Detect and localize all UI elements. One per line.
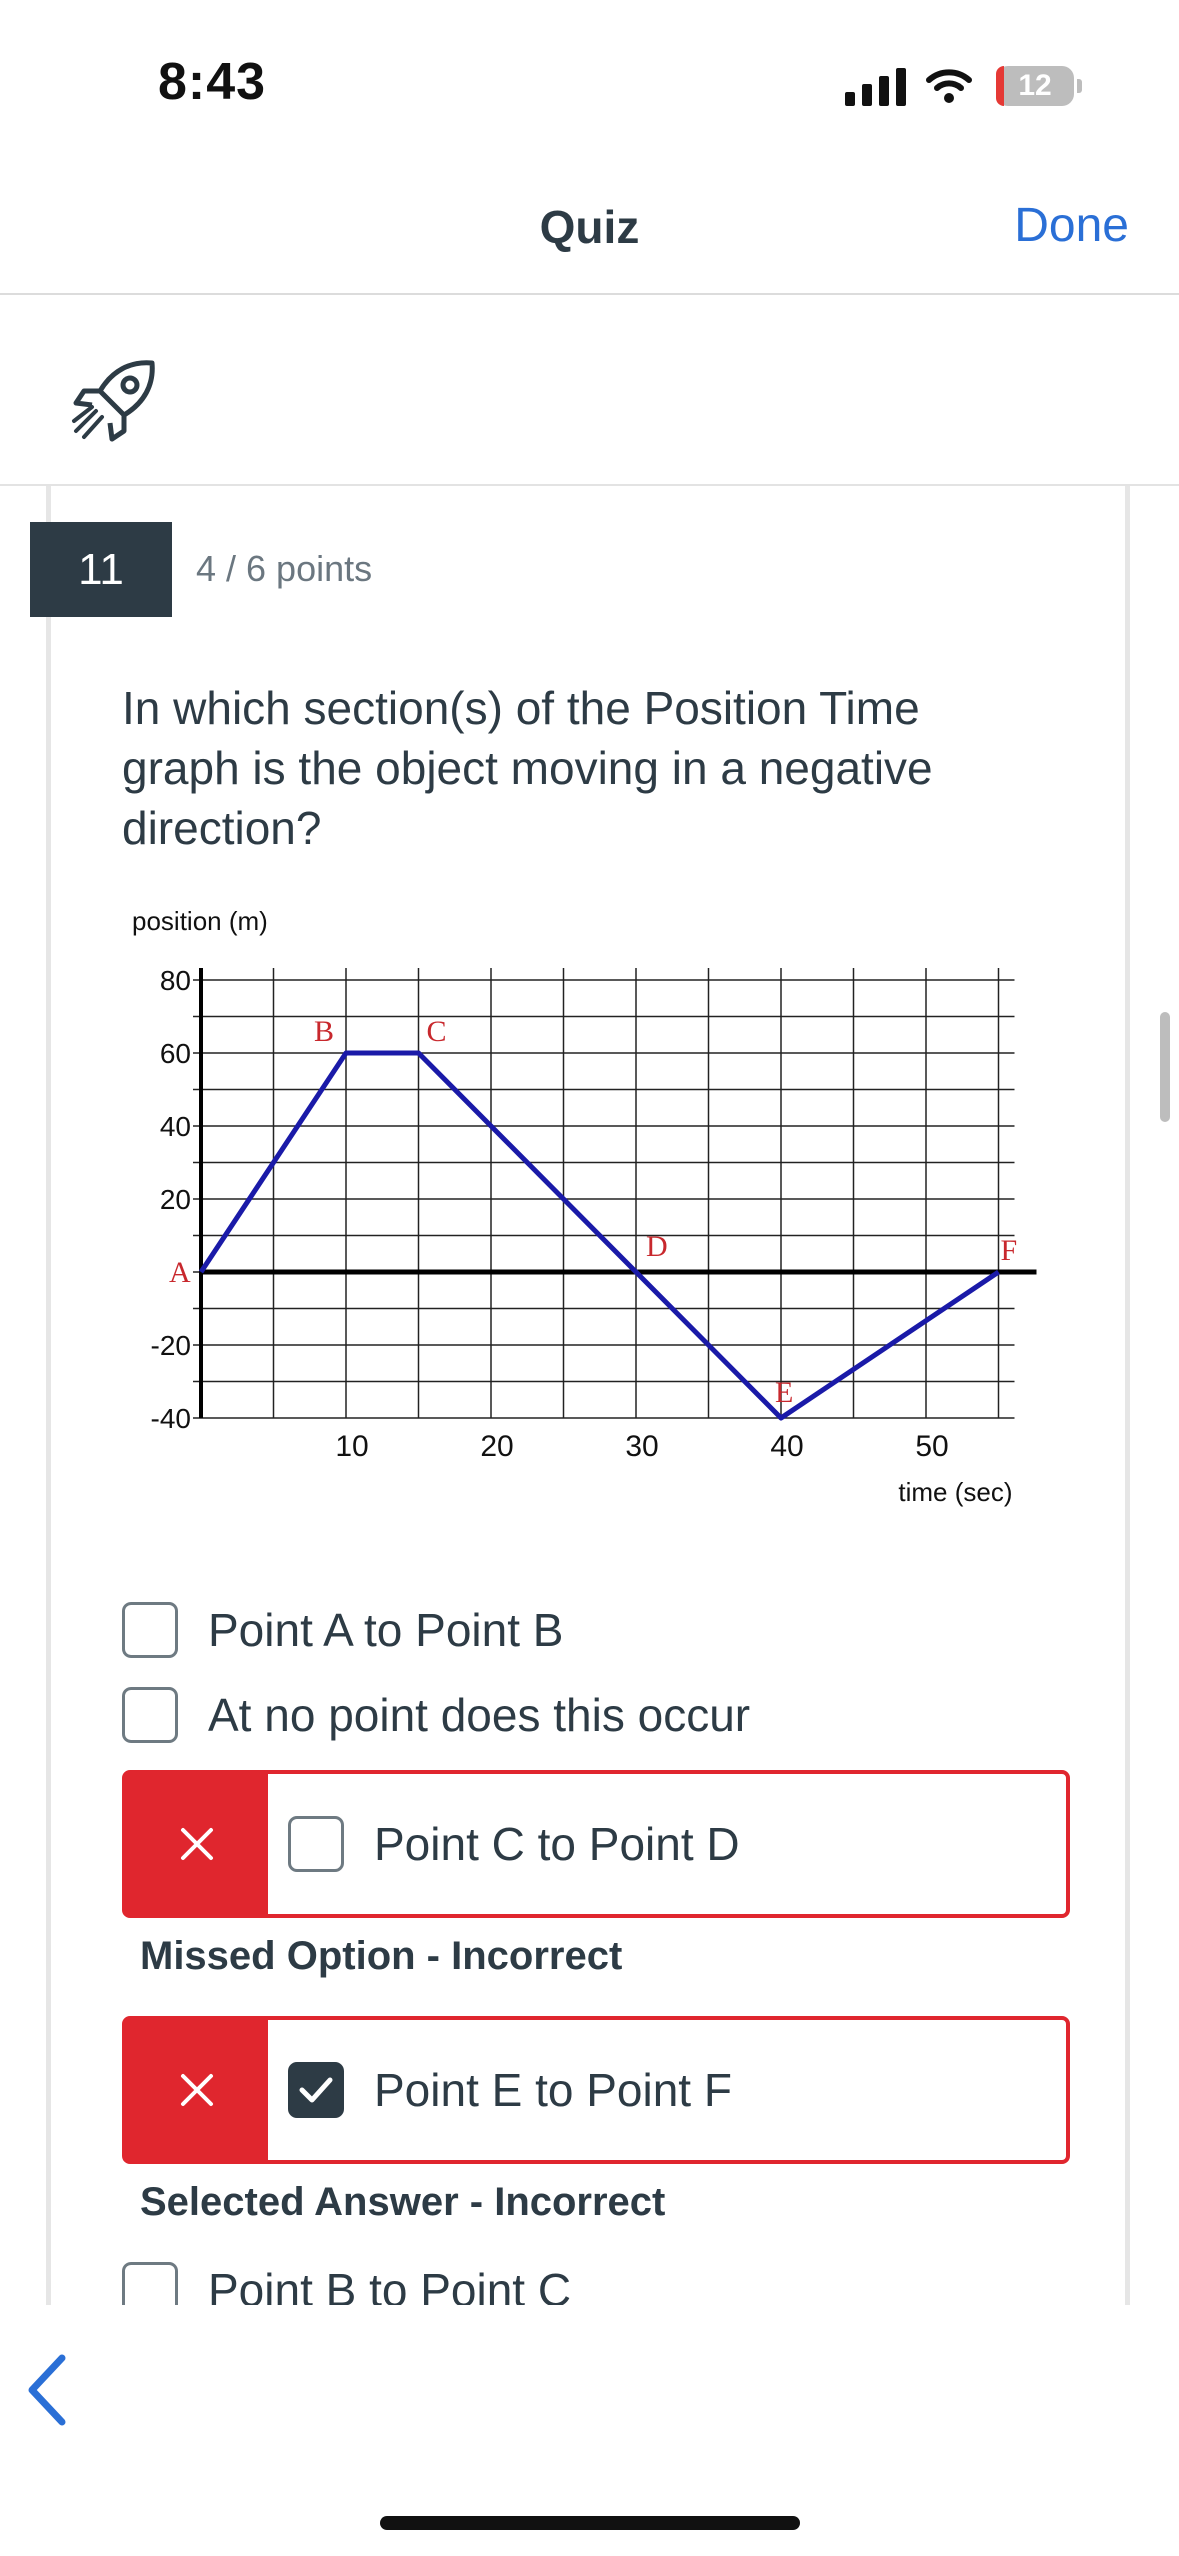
y-tick-label: -40 xyxy=(151,1403,191,1434)
answer-label: Point E to Point F xyxy=(374,2064,732,2116)
answer-feedback: Missed Option - Incorrect xyxy=(140,1934,623,1978)
status-time: 8:43 xyxy=(158,53,267,111)
answer-label: Point C to Point D xyxy=(374,1818,740,1870)
close-icon xyxy=(181,1828,213,1860)
y-tick-label: 20 xyxy=(160,1184,191,1215)
point-label-a: A xyxy=(169,1256,191,1289)
home-indicator xyxy=(380,2516,800,2530)
answer-checkbox[interactable] xyxy=(122,1687,178,1743)
content-border-left xyxy=(46,486,51,2306)
battery-low-indicator xyxy=(996,66,1004,106)
battery-icon: 12 xyxy=(996,66,1074,106)
x-tick-label: 40 xyxy=(770,1430,803,1463)
done-button[interactable]: Done xyxy=(1014,198,1129,253)
close-icon xyxy=(181,2074,213,2106)
answer-checkbox-checked[interactable] xyxy=(288,2062,344,2118)
answer-checkbox[interactable] xyxy=(122,1602,178,1658)
question-text: In which section(s) of the Position Time… xyxy=(122,682,933,854)
x-tick-label: 30 xyxy=(625,1430,658,1463)
point-label-b: B xyxy=(314,1015,334,1048)
point-label-e: E xyxy=(775,1376,793,1409)
question-points: 4 / 6 points xyxy=(196,548,373,589)
checkmark-icon xyxy=(299,2077,333,2103)
y-tick-label: 40 xyxy=(160,1111,191,1142)
answer-option-a-b[interactable]: Point A to Point B xyxy=(122,1602,563,1658)
back-chevron-icon[interactable] xyxy=(22,2350,72,2430)
y-axis-label: position (m) xyxy=(132,906,268,936)
signal-icon xyxy=(845,68,906,106)
answer-option-no-point[interactable]: At no point does this occur xyxy=(122,1687,750,1743)
y-tick-label: 60 xyxy=(160,1038,191,1069)
page-title: Quiz xyxy=(539,201,640,253)
y-tick-label: -20 xyxy=(151,1330,191,1361)
position-time-graph: 80 60 40 20 -20 -40 10 20 30 40 50 position (m) time… xyxy=(132,906,1037,1507)
point-label-d: D xyxy=(646,1230,668,1263)
y-tick-label: 80 xyxy=(160,965,191,996)
x-tick-label: 20 xyxy=(480,1430,513,1463)
question-number: 11 xyxy=(30,522,172,617)
wifi-icon xyxy=(926,69,972,103)
nav-divider xyxy=(0,293,1179,295)
answer-label: Point A to Point B xyxy=(208,1604,564,1656)
content-border-right xyxy=(1125,486,1130,2306)
answer-option-e-f[interactable]: Point E to Point F xyxy=(122,2016,1070,2164)
section-divider xyxy=(0,484,1179,486)
scrollbar[interactable] xyxy=(1160,1012,1170,1122)
incorrect-marker xyxy=(126,1774,268,1914)
point-label-c: C xyxy=(427,1015,447,1048)
battery-nub xyxy=(1077,79,1082,93)
incorrect-marker xyxy=(126,2020,268,2160)
point-label-f: F xyxy=(1001,1234,1018,1267)
rocket-icon xyxy=(72,360,155,442)
x-axis-label: time (sec) xyxy=(898,1477,1012,1507)
x-tick-label: 10 xyxy=(335,1430,368,1463)
answer-option-c-d[interactable]: Point C to Point D xyxy=(122,1770,1070,1918)
answer-feedback: Selected Answer - Incorrect xyxy=(140,2180,666,2224)
x-tick-label: 50 xyxy=(915,1430,948,1463)
answer-checkbox[interactable] xyxy=(288,1816,344,1872)
answer-label: At no point does this occur xyxy=(208,1689,751,1741)
